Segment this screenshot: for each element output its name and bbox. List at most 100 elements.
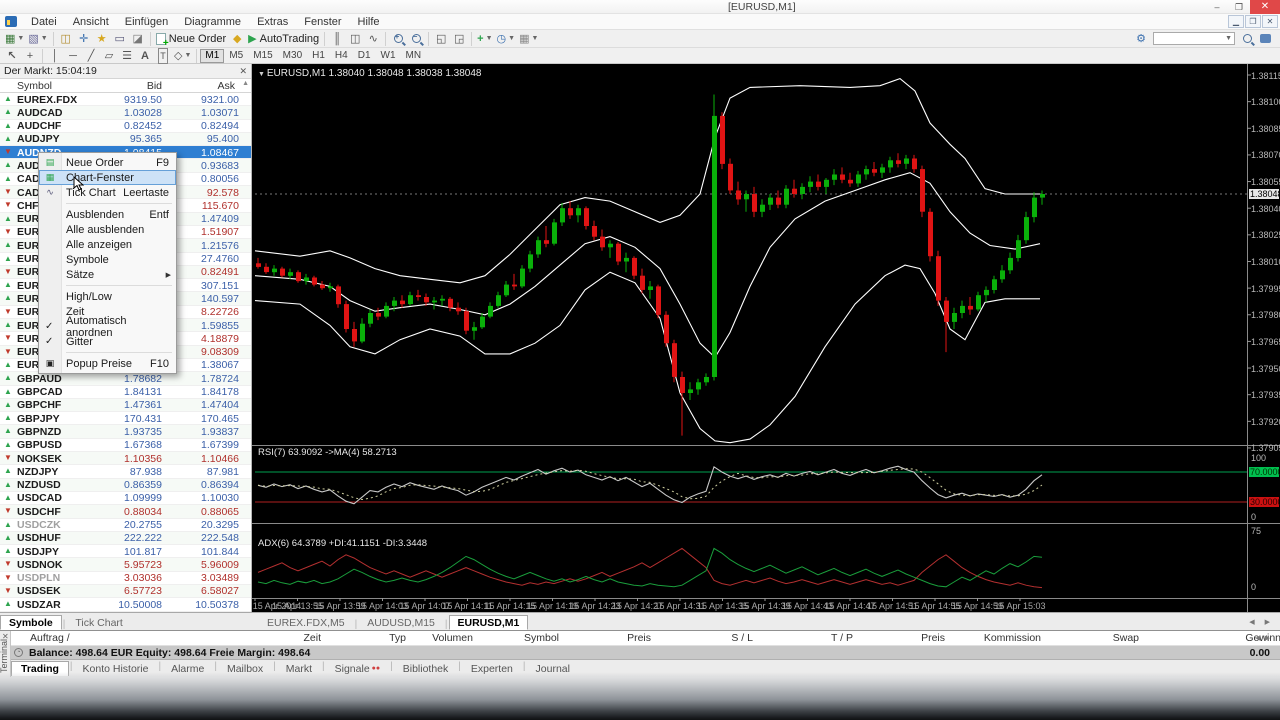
menu-datei[interactable]: Datei <box>23 15 65 29</box>
market-watch-row-gbpcad[interactable]: ▲ GBPCAD 1.84131 1.84178 <box>0 385 251 399</box>
terminal-tab-experten[interactable]: Experten <box>462 661 522 676</box>
terminal-tab-signale[interactable]: Signale ●● <box>326 661 390 676</box>
menu-ansicht[interactable]: Ansicht <box>65 15 117 29</box>
chart-area[interactable] <box>252 64 1280 612</box>
balance-row[interactable]: ◔ Balance: 498.64 EUR Equity: 498.64 Fre… <box>11 646 1280 660</box>
market-watch-toggle[interactable]: ◫ <box>57 31 75 47</box>
context-menu-item-s-tze[interactable]: Sätze ▶ <box>39 267 176 282</box>
context-menu-item-ausblenden[interactable]: Ausblenden Entf <box>39 207 176 222</box>
market-watch-row-noksek[interactable]: ▼ NOKSEK 1.10356 1.10466 <box>0 452 251 466</box>
cascade-windows-button[interactable]: ◲ <box>450 31 468 47</box>
timeframe-m5[interactable]: M5 <box>224 49 248 63</box>
timeframe-w1[interactable]: W1 <box>376 49 401 63</box>
horizontal-line-tool[interactable]: ─ <box>64 48 82 64</box>
column-symbol[interactable]: Symbol <box>17 80 52 92</box>
market-watch-row-usdjpy[interactable]: ▲ USDJPY 101.817 101.844 <box>0 545 251 559</box>
profiles-button[interactable]: ▧ ▼ <box>26 31 49 47</box>
cursor-tool[interactable]: ↖ <box>3 48 21 64</box>
context-menu-item-high-low[interactable]: High/Low <box>39 289 176 304</box>
terminal-column-volumen[interactable]: Volumen <box>432 632 473 644</box>
mdi-close-button[interactable]: ✕ <box>1262 15 1278 28</box>
tile-windows-button[interactable]: ◱ <box>432 31 450 47</box>
minimize-button[interactable]: – <box>1206 0 1228 14</box>
timeframe-d1[interactable]: D1 <box>353 49 376 63</box>
candle-chart-button[interactable]: ◫ <box>346 31 364 47</box>
terminal-column-preis[interactable]: Preis <box>627 632 651 644</box>
market-watch-row-audchf[interactable]: ▲ AUDCHF 0.82452 0.82494 <box>0 119 251 133</box>
timeframe-h1[interactable]: H1 <box>307 49 330 63</box>
context-menu-item-alle-ausblenden[interactable]: Alle ausblenden <box>39 222 176 237</box>
market-watch-row-gbpnzd[interactable]: ▲ GBPNZD 1.93735 1.93837 <box>0 425 251 439</box>
terminal-column-kommission[interactable]: Kommission <box>984 632 1041 644</box>
data-window-toggle[interactable]: ✛ <box>75 31 93 47</box>
terminal-toggle[interactable]: ▭ <box>111 31 129 47</box>
metaeditor-button[interactable]: ◆ <box>228 31 246 47</box>
search-button[interactable] <box>1238 31 1256 47</box>
market-watch-close-icon[interactable]: ✕ <box>239 66 247 77</box>
fibonacci-tool[interactable]: ☰ <box>118 48 136 64</box>
terminal-column-preis[interactable]: Preis <box>921 632 945 644</box>
chart-tab-eurex-fdx-m5[interactable]: EUREX.FDX,M5 <box>258 615 354 630</box>
menu-diagramme[interactable]: Diagramme <box>176 15 249 29</box>
strategy-tester-toggle[interactable]: ◪ <box>129 31 147 47</box>
terminal-tab-trading[interactable]: Trading <box>11 661 69 676</box>
terminal-column-auftrag[interactable]: Auftrag / <box>30 632 70 644</box>
terminal-tab-journal[interactable]: Journal <box>527 661 579 676</box>
vertical-line-tool[interactable]: │ <box>46 48 64 64</box>
market-watch-row-nzdjpy[interactable]: ▲ NZDJPY 87.938 87.981 <box>0 465 251 479</box>
context-menu-item-alle-anzeigen[interactable]: Alle anzeigen <box>39 237 176 252</box>
timeframe-m30[interactable]: M30 <box>278 49 307 63</box>
context-menu-item-gitter[interactable]: ✓ Gitter <box>39 334 176 349</box>
bar-chart-button[interactable]: ║ <box>328 31 346 47</box>
terminal-tab-markt[interactable]: Markt <box>277 661 321 676</box>
scroll-up-icon[interactable]: ▲ <box>242 80 249 87</box>
column-ask[interactable]: Ask <box>217 80 235 92</box>
market-watch-row-usdcad[interactable]: ▲ USDCAD 1.09999 1.10030 <box>0 491 251 506</box>
line-chart-button[interactable]: ∿ <box>364 31 382 47</box>
column-bid[interactable]: Bid <box>147 80 162 92</box>
periods-button[interactable]: ◷ ▼ <box>495 31 518 47</box>
market-watch-tab-tick-chart[interactable]: Tick Chart <box>66 615 131 630</box>
menu-einfügen[interactable]: Einfügen <box>117 15 176 29</box>
indicators-button[interactable]: + ▼ <box>475 31 494 47</box>
menu-fenster[interactable]: Fenster <box>296 15 349 29</box>
neue-order-button[interactable]: Neue Order <box>154 31 228 49</box>
mdi-restore-button[interactable]: ❐ <box>1245 15 1261 28</box>
market-watch-row-gbpaud[interactable]: ▲ GBPAUD 1.78682 1.78724 <box>0 372 251 386</box>
trendline-tool[interactable]: ╱ <box>82 48 100 64</box>
terminal-column-typ[interactable]: Typ <box>389 632 406 644</box>
market-watch-row-eurex.fdx[interactable]: ▲ EUREX.FDX 9319.50 9321.00 <box>0 93 251 107</box>
context-menu-item-popup-preise[interactable]: ▣ Popup Preise F10 <box>39 356 176 371</box>
terminal-tab-mailbox[interactable]: Mailbox <box>218 661 272 676</box>
label-tool[interactable]: T <box>154 47 172 64</box>
market-watch-row-usdnok[interactable]: ▼ USDNOK 5.95723 5.96009 <box>0 558 251 572</box>
zoom-in-button[interactable]: + <box>389 31 407 47</box>
terminal-tab-konto-historie[interactable]: Konto Historie <box>74 661 158 676</box>
context-menu-item-automatisch-anordnen[interactable]: ✓ Automatisch anordnen <box>39 315 176 339</box>
context-menu-item-tick-chart[interactable]: ∿ Tick Chart Leertaste <box>39 185 176 200</box>
terminal-column-zeit[interactable]: Zeit <box>303 632 321 644</box>
market-watch-row-usdsek[interactable]: ▼ USDSEK 6.57723 6.58027 <box>0 584 251 599</box>
context-menu-item-chart-fenster[interactable]: ▦ Chart-Fenster <box>39 170 176 185</box>
market-watch-row-usdhuf[interactable]: ▲ USDHUF 222.222 222.548 <box>0 531 251 546</box>
close-button[interactable]: ✕ <box>1250 0 1280 14</box>
market-watch-row-usdpln[interactable]: ▼ USDPLN 3.03036 3.03489 <box>0 571 251 585</box>
terminal-column-symbol[interactable]: Symbol <box>524 632 559 644</box>
timeframe-m15[interactable]: M15 <box>248 49 277 63</box>
zoom-out-button[interactable]: − <box>407 31 425 47</box>
maximize-button[interactable]: ❐ <box>1228 0 1250 14</box>
chart-tab-audusd-m15[interactable]: AUDUSD,M15 <box>358 615 444 630</box>
context-menu-item-neue-order[interactable]: ▤ Neue Order F9 <box>39 155 176 170</box>
text-tool[interactable]: A <box>136 48 154 64</box>
new-chart-button[interactable]: ▦ ▼ <box>3 31 26 47</box>
search-dropdown-icon[interactable]: ▼ <box>1225 35 1232 42</box>
terminal-tab-arrows[interactable]: ◀▶ <box>1255 634 1274 642</box>
shapes-tool[interactable]: ◇ ▼ <box>172 48 193 64</box>
terminal-column-tp[interactable]: T / P <box>831 632 853 644</box>
market-watch-row-gbpusd[interactable]: ▲ GBPUSD 1.67368 1.67399 <box>0 438 251 453</box>
market-watch-tab-symbole[interactable]: Symbole <box>0 615 62 630</box>
timeframe-h4[interactable]: H4 <box>330 49 353 63</box>
templates-button[interactable]: ▦ ▼ <box>517 31 540 47</box>
market-watch-row-usdczk[interactable]: ▲ USDCZK 20.2755 20.3295 <box>0 518 251 532</box>
autotrading-button[interactable]: ▶ AutoTrading <box>246 31 321 47</box>
